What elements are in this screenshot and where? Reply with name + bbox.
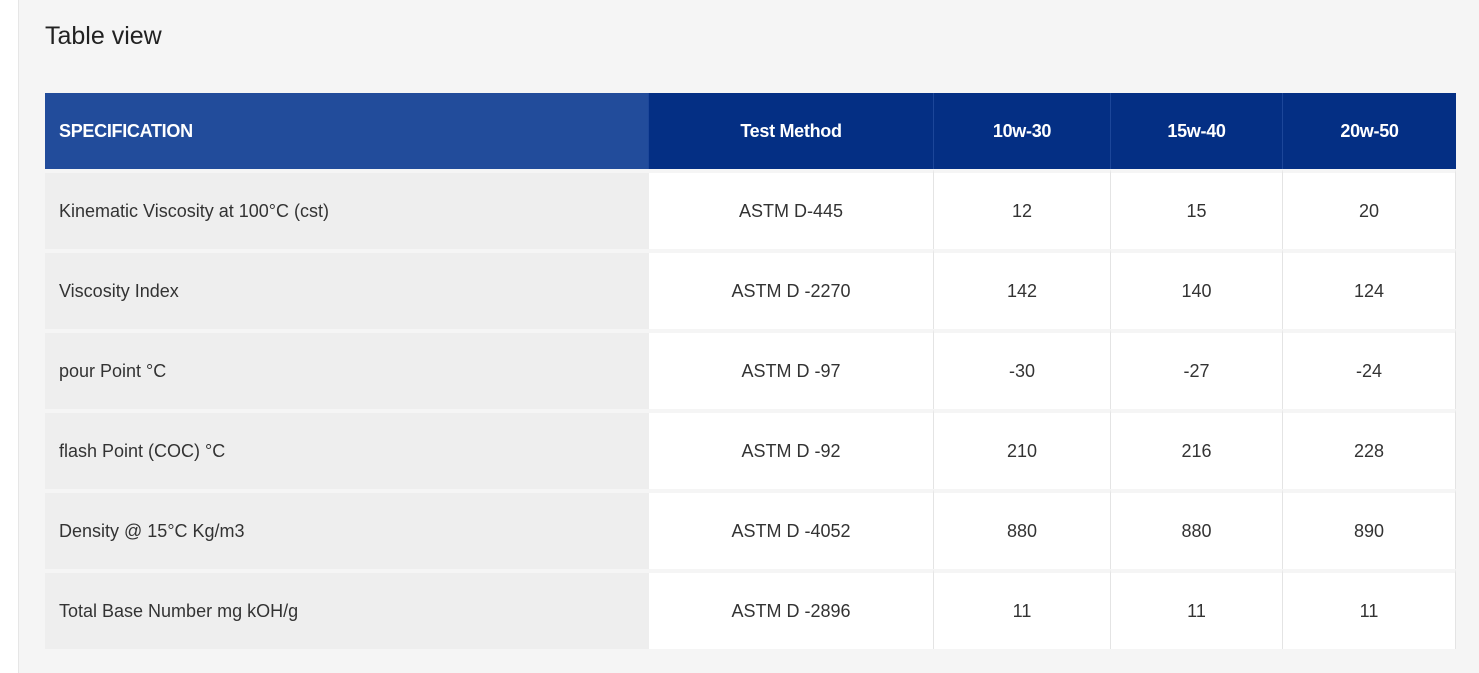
value-cell: 880 xyxy=(934,489,1111,569)
table-header-row: SPECIFICATION Test Method 10w-30 15w-40 … xyxy=(45,93,1456,169)
table-row: Kinematic Viscosity at 100°C (cst) ASTM … xyxy=(45,169,1456,249)
value-cell: 11 xyxy=(1111,569,1283,649)
value-cell: 20 xyxy=(1283,169,1456,249)
table-row: pour Point °C ASTM D -97 -30 -27 -24 xyxy=(45,329,1456,409)
value-cell: -24 xyxy=(1283,329,1456,409)
table-header: SPECIFICATION Test Method 10w-30 15w-40 … xyxy=(45,93,1456,169)
spec-name-cell: pour Point °C xyxy=(45,329,649,409)
table-row: Total Base Number mg kOH/g ASTM D -2896 … xyxy=(45,569,1456,649)
value-cell: 890 xyxy=(1283,489,1456,569)
value-cell: 15 xyxy=(1111,169,1283,249)
value-cell: 216 xyxy=(1111,409,1283,489)
header-grade-20w-50: 20w-50 xyxy=(1283,93,1456,169)
value-cell: 880 xyxy=(1111,489,1283,569)
value-cell: -30 xyxy=(934,329,1111,409)
value-cell: -27 xyxy=(1111,329,1283,409)
header-specification: SPECIFICATION xyxy=(45,93,649,169)
value-cell: 124 xyxy=(1283,249,1456,329)
value-cell: 11 xyxy=(1283,569,1456,649)
page-title: Table view xyxy=(45,22,162,50)
value-cell: 210 xyxy=(934,409,1111,489)
table-body: Kinematic Viscosity at 100°C (cst) ASTM … xyxy=(45,169,1456,649)
spec-name-cell: flash Point (COC) °C xyxy=(45,409,649,489)
spec-name-cell: Density @ 15°C Kg/m3 xyxy=(45,489,649,569)
content-panel: Table view SPECIFICATION Test Method 10w… xyxy=(18,0,1479,673)
header-grade-10w-30: 10w-30 xyxy=(934,93,1111,169)
test-method-cell: ASTM D -2896 xyxy=(649,569,934,649)
header-test-method: Test Method xyxy=(649,93,934,169)
header-grade-15w-40: 15w-40 xyxy=(1111,93,1283,169)
value-cell: 12 xyxy=(934,169,1111,249)
spec-name-cell: Viscosity Index xyxy=(45,249,649,329)
test-method-cell: ASTM D -2270 xyxy=(649,249,934,329)
value-cell: 228 xyxy=(1283,409,1456,489)
test-method-cell: ASTM D-445 xyxy=(649,169,934,249)
table-row: Density @ 15°C Kg/m3 ASTM D -4052 880 88… xyxy=(45,489,1456,569)
table-row: Viscosity Index ASTM D -2270 142 140 124 xyxy=(45,249,1456,329)
test-method-cell: ASTM D -97 xyxy=(649,329,934,409)
specification-table: SPECIFICATION Test Method 10w-30 15w-40 … xyxy=(45,93,1456,649)
value-cell: 140 xyxy=(1111,249,1283,329)
spec-name-cell: Kinematic Viscosity at 100°C (cst) xyxy=(45,169,649,249)
value-cell: 11 xyxy=(934,569,1111,649)
table-row: flash Point (COC) °C ASTM D -92 210 216 … xyxy=(45,409,1456,489)
test-method-cell: ASTM D -4052 xyxy=(649,489,934,569)
value-cell: 142 xyxy=(934,249,1111,329)
test-method-cell: ASTM D -92 xyxy=(649,409,934,489)
spec-name-cell: Total Base Number mg kOH/g xyxy=(45,569,649,649)
